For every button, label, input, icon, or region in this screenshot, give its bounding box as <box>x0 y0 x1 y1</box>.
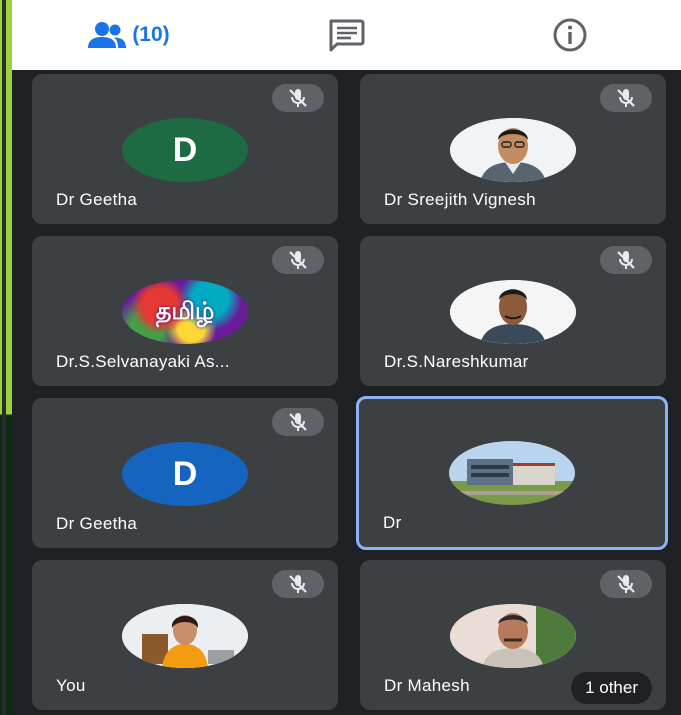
side-panel-tabs: (10) <box>12 0 681 70</box>
active-tab-indicator <box>74 62 184 65</box>
participant-count: (10) <box>132 23 170 46</box>
more-participants-badge[interactable]: 1 other <box>571 672 652 704</box>
tab-chat[interactable] <box>318 14 374 56</box>
chat-icon <box>329 19 365 52</box>
participant-name: Dr Geetha <box>56 514 138 533</box>
participant-tile[interactable]: Dr.S.Nareshkumar <box>360 236 666 386</box>
avatar-letter: D <box>172 130 198 169</box>
participant-tile-speaking[interactable]: Dr <box>356 396 668 550</box>
mic-muted-badge <box>272 570 324 598</box>
mic-muted-badge <box>600 570 652 598</box>
participant-tile[interactable]: D Dr Geetha <box>32 74 338 224</box>
participant-name: Dr Geetha <box>56 190 138 209</box>
avatar: D <box>122 442 248 506</box>
participant-name: Dr <box>383 513 402 532</box>
avatar-photo <box>450 604 576 668</box>
participant-tile-self[interactable]: You <box>32 560 338 710</box>
participant-tile[interactable]: தமிழ் Dr.S.Selvanayaki As... <box>32 236 338 386</box>
participant-name: Dr Mahesh <box>384 676 470 695</box>
mic-muted-badge <box>272 408 324 436</box>
participant-tile[interactable]: Dr Sreejith Vignesh <box>360 74 666 224</box>
avatar: D <box>122 118 248 182</box>
avatar-photo <box>122 604 248 668</box>
building-photo-icon <box>449 441 575 505</box>
participant-grid: D Dr Geetha Dr Sreejith Vignesh தமிழ் Dr… <box>12 70 681 715</box>
info-icon <box>553 18 587 52</box>
mic-muted-badge <box>272 246 324 274</box>
participant-name: Dr.S.Nareshkumar <box>384 352 529 371</box>
avatar-letter: D <box>172 454 198 493</box>
participant-name: Dr Sreejith Vignesh <box>384 190 536 209</box>
mic-muted-badge <box>600 246 652 274</box>
tab-info[interactable] <box>542 14 598 56</box>
participant-name: You <box>56 676 86 695</box>
avatar-photo <box>450 118 576 182</box>
mic-muted-badge <box>600 84 652 112</box>
avatar-photo: தமிழ் <box>122 280 248 344</box>
mic-off-icon <box>617 251 635 269</box>
mic-off-icon <box>289 413 307 431</box>
avatar-photo <box>449 441 575 505</box>
participant-tile[interactable]: D Dr Geetha <box>32 398 338 548</box>
avatar-photo-text: தமிழ் <box>155 296 215 325</box>
mic-off-icon <box>617 575 635 593</box>
mic-off-icon <box>289 575 307 593</box>
participant-name: Dr.S.Selvanayaki As... <box>56 352 230 371</box>
avatar-photo <box>450 280 576 344</box>
mic-off-icon <box>617 89 635 107</box>
mic-off-icon <box>289 251 307 269</box>
person-photo-icon <box>450 604 576 668</box>
mic-muted-badge <box>272 84 324 112</box>
participant-tile[interactable]: Dr Mahesh 1 other <box>360 560 666 710</box>
people-icon <box>88 22 127 48</box>
person-photo-icon <box>450 280 576 344</box>
left-edge-strip <box>0 0 12 715</box>
mic-off-icon <box>289 89 307 107</box>
person-photo-icon <box>450 118 576 182</box>
tab-people[interactable]: (10) <box>74 14 184 56</box>
person-photo-icon <box>122 604 248 668</box>
